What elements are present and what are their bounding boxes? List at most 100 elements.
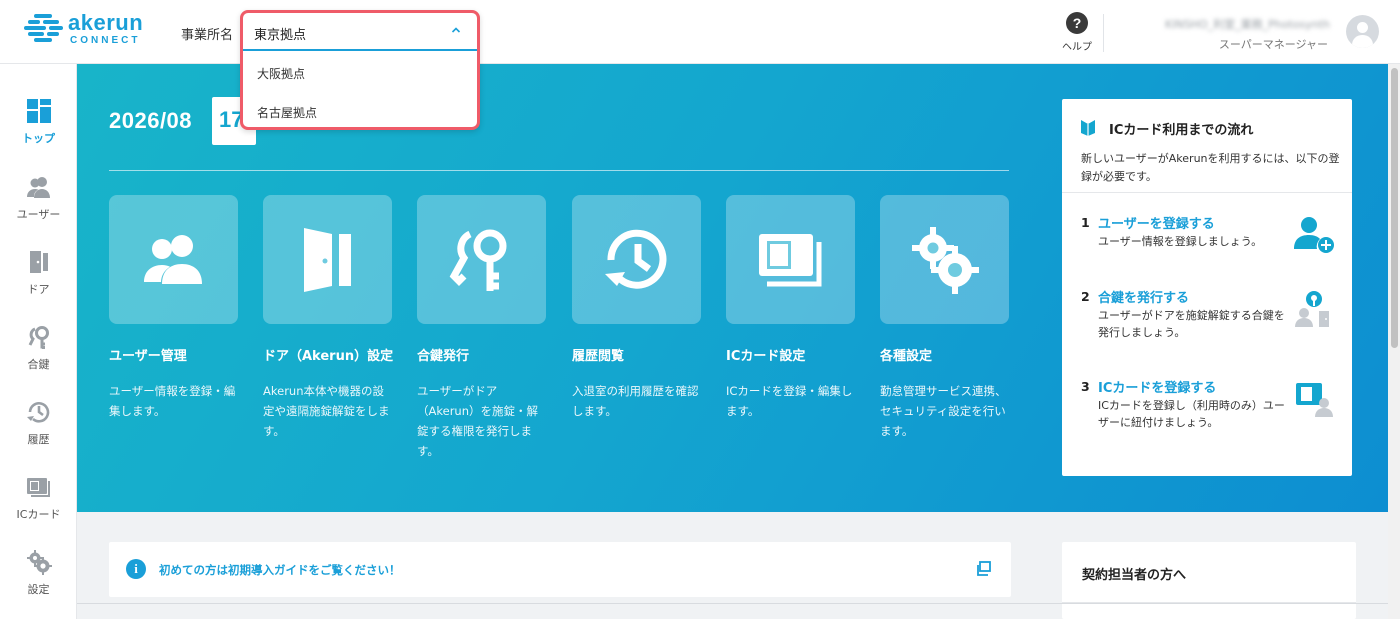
door-icon [304, 228, 351, 292]
flow-intro: 新しいユーザーがAkerunを利用するには、以下の登録が必要です。 [1081, 152, 1340, 183]
step-desc: ユーザー情報を登録しましょう。 [1098, 235, 1263, 248]
flow-divider [1062, 192, 1352, 193]
contract-contact-card: 契約担当者の方へ [1062, 542, 1356, 619]
flow-title: ICカード利用までの流れ [1109, 123, 1254, 138]
open-in-new-window-icon[interactable] [975, 560, 992, 577]
logo-subtext: CONNECT [70, 35, 141, 46]
feature-tile[interactable] [726, 195, 855, 324]
office-option-osaka[interactable]: 大阪拠点 [257, 65, 305, 82]
door-icon [30, 251, 48, 273]
feature-desc: 入退室の利用履歴を確認します。 [572, 384, 699, 418]
sidebar: トップ ユーザー ドア 合鍵 履歴 ICカード 設定 [0, 64, 77, 619]
contract-title: 契約担当者の方へ [1082, 568, 1187, 583]
feature-desc: ICカードを登録・編集します。 [726, 384, 853, 418]
feature-desc: ユーザーがドア（Akerun）を施錠・解錠する権限を発行します。 [417, 384, 538, 458]
sidebar-item-top[interactable]: トップ [0, 88, 77, 156]
page-scrollbar[interactable] [1388, 64, 1400, 619]
feature-title: ユーザー管理 [109, 349, 187, 364]
sidebar-item-users[interactable]: ユーザー [0, 164, 77, 232]
sidebar-item-door[interactable]: ドア [0, 239, 77, 307]
office-dropdown[interactable]: 東京拠点 大阪拠点 名古屋拠点 [240, 10, 480, 130]
scrollbar-thumb[interactable] [1391, 68, 1398, 348]
feature-desc: Akerun本体や機器の設定や遠隔施錠解錠をします。 [263, 384, 390, 438]
content-bottom-line [77, 603, 1388, 604]
sidebar-item-ic-card[interactable]: ICカード [0, 464, 77, 532]
current-date: 2026/08 [109, 108, 193, 133]
feature-desc: 勤怠管理サービス連携、セキュリティ設定を行います。 [880, 384, 1007, 438]
key-icon [449, 229, 507, 291]
sidebar-item-label: トップ [22, 132, 55, 145]
card-user-icon [1296, 383, 1333, 417]
sidebar-item-label: ユーザー [16, 208, 61, 221]
gear-icon [912, 227, 979, 294]
step-desc: ICカードを登録し（利用時のみ）ユーザーに紐付けましょう。 [1098, 399, 1285, 429]
help-label: ヘルプ [1062, 42, 1092, 53]
office-option-nagoya[interactable]: 名古屋拠点 [257, 104, 317, 121]
header-divider [1103, 14, 1104, 52]
feature-user-management[interactable]: ユーザー管理 ユーザー情報を登録・編集します。 [109, 195, 239, 418]
sidebar-item-history[interactable]: 履歴 [0, 389, 77, 457]
feature-door-settings[interactable]: ドア（Akerun）設定 Akerun本体や機器の設定や遠隔施錠解錠をします。 [263, 195, 393, 438]
dashboard-icon [27, 99, 51, 123]
step-link[interactable]: 合鍵を発行する [1098, 287, 1189, 306]
feature-tile[interactable] [417, 195, 546, 324]
office-label: 事業所名 [181, 28, 234, 43]
avatar[interactable] [1346, 15, 1379, 48]
avatar-head [1357, 22, 1368, 33]
feature-tile[interactable] [572, 195, 701, 324]
help-button[interactable]: ? ヘルプ [1058, 12, 1096, 53]
feature-settings[interactable]: 各種設定 勤怠管理サービス連携、セキュリティ設定を行います。 [880, 195, 1010, 438]
akerun-logo[interactable]: akerun CONNECT [24, 10, 154, 50]
help-icon: ? [1066, 12, 1088, 34]
key-user-icon [1295, 291, 1329, 327]
gear-icon [27, 550, 52, 575]
step-link[interactable]: ICカードを登録する [1098, 377, 1216, 396]
history-icon [27, 402, 50, 423]
bookmark-icon [1081, 120, 1095, 136]
feature-title: 各種設定 [880, 349, 933, 364]
flow-step-register-user: 1 ユーザーを登録する ユーザー情報を登録しましょう。 [1062, 215, 1352, 285]
users-icon [27, 177, 50, 198]
feature-desc: ユーザー情報を登録・編集します。 [109, 384, 236, 418]
feature-tile[interactable] [109, 195, 238, 324]
feature-title: ドア（Akerun）設定 [263, 349, 394, 364]
sidebar-item-label: 設定 [27, 583, 50, 596]
feature-history[interactable]: 履歴閲覧 入退室の利用履歴を確認します。 [572, 195, 702, 418]
ic-card-icon [759, 234, 822, 287]
sidebar-item-settings[interactable]: 設定 [0, 539, 77, 607]
user-name: KINSHO_利室_業務_Photosynth [1165, 18, 1330, 31]
getting-started-guide-banner[interactable]: i 初めての方は初期導入ガイドをご覧ください！ [109, 542, 1011, 597]
step-link[interactable]: ユーザーを登録する [1098, 213, 1215, 232]
history-icon [605, 229, 667, 289]
feature-title: ICカード設定 [726, 349, 806, 364]
guide-link[interactable]: 初めての方は初期導入ガイドをご覧ください！ [159, 562, 401, 578]
avatar-body [1352, 35, 1373, 48]
sidebar-item-label: 合鍵 [27, 358, 50, 371]
feature-title: 履歴閲覧 [572, 349, 625, 364]
ic-card-icon [27, 478, 50, 497]
hero-divider [109, 170, 1009, 171]
ic-card-flow-card: ICカード利用までの流れ 新しいユーザーがAkerunを利用するには、以下の登録… [1062, 99, 1352, 476]
info-icon: i [126, 559, 146, 579]
feature-tile[interactable] [880, 195, 1009, 324]
flow-step-register-card: 3 ICカードを登録する ICカードを登録し（利用時のみ）ユーザーに紐付けましょ… [1062, 379, 1352, 449]
feature-title: 合鍵発行 [417, 349, 470, 364]
logo-text: akerun [68, 10, 144, 35]
feature-key-issue[interactable]: 合鍵発行 ユーザーがドア（Akerun）を施錠・解錠する権限を発行します。 [417, 195, 547, 458]
chevron-up-icon [451, 27, 461, 33]
sidebar-item-key[interactable]: 合鍵 [0, 314, 77, 382]
sidebar-item-label: ICカード [16, 508, 61, 521]
sidebar-item-label: ドア [27, 283, 50, 296]
step-number: 1 [1081, 215, 1090, 230]
feature-ic-card[interactable]: ICカード設定 ICカードを登録・編集します。 [726, 195, 856, 418]
akerun-logo-icon [24, 14, 63, 42]
step-number: 3 [1081, 379, 1090, 394]
flow-step-issue-key: 2 合鍵を発行する ユーザーがドアを施錠解錠する合鍵を発行しましょう。 [1062, 289, 1352, 359]
step-desc: ユーザーがドアを施錠解錠する合鍵を発行しましょう。 [1098, 309, 1285, 339]
add-user-icon [1294, 217, 1334, 253]
users-icon [144, 235, 202, 284]
hero-panel: 2026/08 17 ユーザー管理 ユーザー情報を登録・編集します。 ドア（Ak… [77, 64, 1388, 512]
top-header: akerun CONNECT 事業所名 ? ヘルプ KINSHO_利室_業務_P… [0, 0, 1400, 64]
feature-tile[interactable] [263, 195, 392, 324]
office-dropdown-selected[interactable]: 東京拠点 [243, 13, 477, 51]
